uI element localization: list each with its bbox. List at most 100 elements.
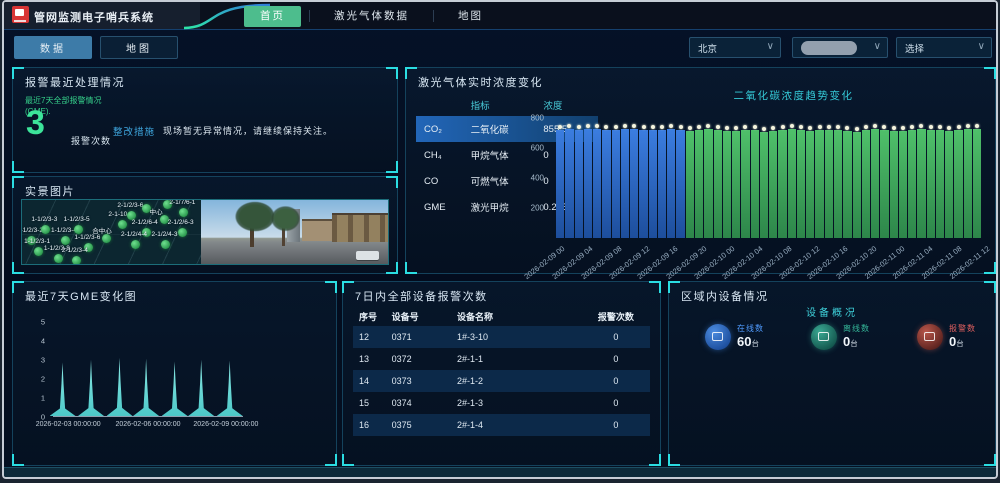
- dashboard-page: 管网监测电子哨兵系统 首页 激光气体数据 地图 数据 地图 北京 ∨ ∨ 选择 …: [2, 0, 998, 479]
- co2-bar: [964, 129, 972, 238]
- map-button[interactable]: 地图: [100, 36, 178, 59]
- map-marker[interactable]: 2-1/2/3-6: [131, 215, 132, 216]
- gme-chart-panel: 最近7天GME变化图 543210 2026-02-03 00:00:00202…: [12, 281, 337, 466]
- site-map-image[interactable]: 1-1/2/3-21-1/2/3-31-1/2/3-41-1/2/3-51-1/…: [22, 200, 201, 264]
- co2-chart-x-axis: 2026-02-09 002026-02-09 042026-02-09 082…: [556, 242, 981, 272]
- co2-bar: [899, 131, 907, 238]
- co2-bar: [769, 131, 777, 238]
- map-marker-dot: [102, 234, 111, 243]
- stat-unit: 台: [956, 339, 964, 348]
- map-marker-dot: [72, 256, 81, 264]
- co2-bar: [658, 130, 666, 238]
- tab-map[interactable]: 地图: [442, 6, 499, 27]
- alarm-cell: 14: [353, 376, 392, 386]
- alarm-table-row[interactable]: 1303722#-1-10: [353, 348, 650, 370]
- map-marker-label: 2-1/2/3-6: [117, 202, 143, 209]
- co2-bar: [890, 131, 898, 238]
- stat-number: 60: [737, 334, 751, 349]
- map-marker-dot: [34, 247, 43, 256]
- map-marker-label: 2-1/2/3-4: [62, 247, 88, 254]
- alarm-cell: 2#-1-2: [457, 376, 582, 386]
- stat-alarm: 报警数 0台: [917, 324, 976, 350]
- map-marker[interactable]: 1-1/2/3-8: [58, 258, 59, 259]
- x-axis-label: 2026-02-09 00:00:00: [193, 421, 258, 428]
- co2-bar: [815, 130, 823, 238]
- co2-bar: [676, 130, 684, 238]
- laser-gas-panel: 激光气体实时浓度变化 指标 浓度 CO₂二氧化碳855.5CH₄甲烷气体0CO可…: [405, 67, 996, 274]
- stat-offline: 离线数 0台: [811, 324, 870, 350]
- x-axis-label: 2026-02-03 00:00:00: [36, 421, 101, 428]
- co2-bar: [639, 130, 647, 238]
- gas-cell: CO: [416, 176, 471, 187]
- alarm-cell: 0374: [392, 398, 457, 408]
- map-marker[interactable]: 1-1/2/3-5: [78, 229, 79, 230]
- co2-bar: [612, 130, 620, 238]
- co2-bar: [732, 131, 740, 238]
- co2-bar: [834, 130, 842, 238]
- map-marker-label: 2-1/2/4-3: [151, 231, 177, 238]
- map-marker-label: 2-1/7/6-1: [169, 200, 195, 206]
- co2-bar: [704, 129, 712, 238]
- map-marker[interactable]: 中心: [164, 219, 165, 220]
- device-group-select[interactable]: ∨: [792, 37, 888, 58]
- stat-text: 离线数 0台: [843, 324, 870, 349]
- alarm-table-row[interactable]: 1403732#-1-20: [353, 370, 650, 392]
- data-button[interactable]: 数据: [14, 36, 92, 59]
- alarm-table-row[interactable]: 1503742#-1-30: [353, 392, 650, 414]
- device-overview-subtitle: 设备概况: [669, 304, 995, 319]
- co2-bar: [575, 130, 583, 238]
- map-marker[interactable]: 2-1/2/3-7: [146, 208, 147, 209]
- map-marker[interactable]: 2-1/7/6-1: [183, 212, 184, 213]
- alarm-count-label: 报警次数: [71, 134, 111, 147]
- alarm-table-header: 序号设备号设备名称报警次数: [353, 306, 650, 326]
- map-marker[interactable]: 1-1/2/3-1: [38, 251, 39, 252]
- alarm-cell: 0: [582, 398, 650, 408]
- live-picture-panel: 实景图片 1-1/2/3-21-1/2/3-31-1/2/3-41-1/2/3-…: [12, 176, 398, 274]
- tab-laser-gas-data[interactable]: 激光气体数据: [318, 6, 425, 27]
- map-marker[interactable]: 1-1/2/3-4: [65, 240, 66, 241]
- alarm-table-row[interactable]: 1203711#-3-100: [353, 326, 650, 348]
- stat-unit: 台: [751, 339, 759, 348]
- co2-bar: [806, 131, 814, 238]
- alarm-table-row[interactable]: 1603752#-1-40: [353, 414, 650, 436]
- map-marker[interactable]: 1-1/2/3-3: [45, 229, 46, 230]
- selected-tag: [801, 41, 857, 55]
- gme-spike: [162, 361, 188, 416]
- map-marker-label: 2-1/2/3-7: [132, 200, 158, 202]
- filter-select[interactable]: 选择 ∨: [896, 37, 992, 58]
- map-marker[interactable]: 合中心: [106, 238, 107, 239]
- map-marker[interactable]: 1-1/2/3-6: [88, 247, 89, 248]
- device-glyph: [712, 332, 723, 341]
- photo-building: [302, 219, 332, 241]
- y-axis-tick: 1: [41, 394, 45, 403]
- brand-block: 管网监测电子哨兵系统: [4, 2, 200, 29]
- co2-bar: [630, 129, 638, 238]
- map-marker[interactable]: 2-1/2/3-4: [76, 260, 77, 261]
- co2-bar: [556, 130, 564, 238]
- street-photo[interactable]: [201, 200, 388, 264]
- tab-home[interactable]: 首页: [244, 6, 301, 27]
- stat-value: 0台: [843, 334, 870, 350]
- gas-header-indicator: 指标: [471, 98, 544, 112]
- alarm-cell: 13: [353, 354, 392, 364]
- gas-table-header: 指标 浓度: [416, 94, 598, 116]
- map-marker[interactable]: 2-1/2/4-3: [165, 244, 166, 245]
- alarm-table-body: 1203711#-3-1001303722#-1-101403732#-1-20…: [353, 326, 650, 436]
- map-marker-dot: [118, 220, 127, 229]
- co2-bar: [714, 130, 722, 238]
- map-marker-label: 1-1/2/3-3: [31, 216, 57, 223]
- map-marker-dot: [131, 240, 140, 249]
- map-marker[interactable]: 2-1-10: [122, 224, 123, 225]
- co2-bar: [760, 132, 768, 238]
- panel-title: 区域内设备情况: [681, 288, 769, 304]
- region-select-value: 北京: [698, 41, 717, 55]
- region-select[interactable]: 北京 ∨: [689, 37, 781, 58]
- map-marker-label: 2-1/2/6-4: [132, 219, 158, 226]
- map-marker[interactable]: 2-1/2/4-4: [135, 244, 136, 245]
- map-marker[interactable]: 2-1/2/6-3: [182, 232, 183, 233]
- stat-label: 报警数: [949, 324, 976, 334]
- filter-select-value: 选择: [905, 41, 924, 55]
- co2-bar: [593, 129, 601, 238]
- map-marker-label: 2-1/2/4-4: [121, 231, 147, 238]
- gas-cell: CO₂: [416, 124, 471, 135]
